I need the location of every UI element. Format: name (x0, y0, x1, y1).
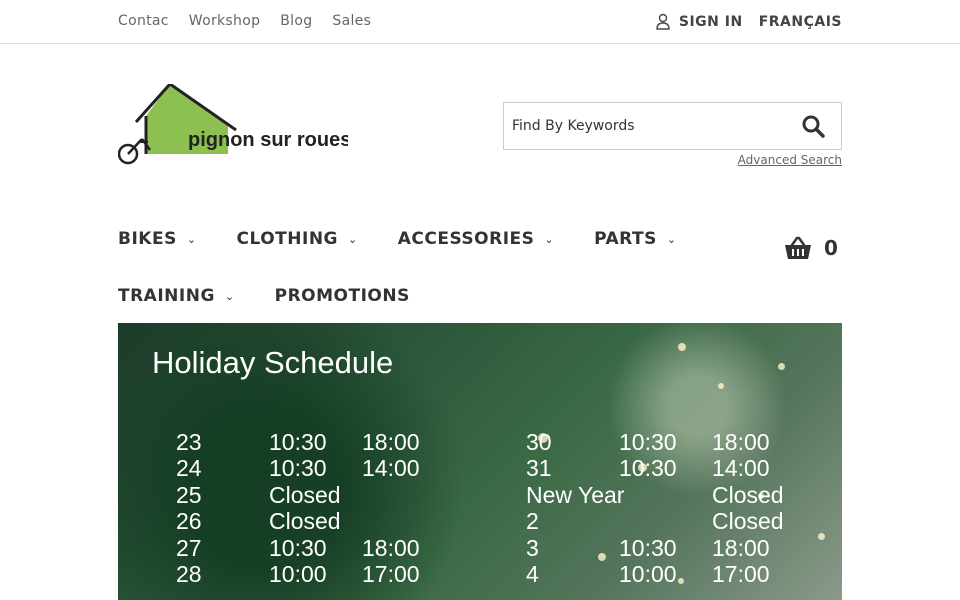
advanced-search-link[interactable]: Advanced Search (738, 153, 842, 167)
nav-item-bikes[interactable]: BIKES ⌄ (118, 229, 197, 249)
schedule-left: 23 10:30 18:00 24 10:30 14:00 25 Closed 26 Clo… (176, 429, 462, 587)
schedule-right: 30 10:30 18:00 31 10:30 14:00 New Year Closed… (526, 429, 812, 587)
nav-label: PARTS (594, 229, 657, 249)
cart-button[interactable]: 0 (784, 236, 838, 260)
schedule-row: 2 Closed (526, 508, 784, 535)
banner-title: Holiday Schedule (152, 345, 394, 380)
nav-label: BIKES (118, 229, 177, 249)
chevron-down-icon: ⌄ (186, 232, 197, 246)
chevron-down-icon: ⌄ (544, 232, 555, 246)
schedule-row: 25 Closed (176, 481, 341, 508)
schedule-row: 28 10:00 17:00 (176, 560, 420, 587)
schedule-row: 27 10:30 18:00 (176, 534, 420, 561)
nav-row-2: TRAINING ⌄ PROMOTIONS (118, 286, 450, 306)
search-button[interactable] (785, 103, 841, 149)
schedule-row: 4 10:00 17:00 (526, 560, 770, 587)
nav-item-parts[interactable]: PARTS ⌄ (594, 229, 676, 249)
cart-count: 0 (824, 236, 838, 260)
schedule-row: 24 10:30 14:00 (176, 455, 420, 482)
chevron-down-icon: ⌄ (224, 289, 235, 303)
nav-label: CLOTHING (236, 229, 339, 249)
sign-in-link[interactable]: SIGN IN (655, 13, 743, 30)
search-box (503, 102, 842, 150)
account-area: SIGN IN FRANÇAIS (655, 13, 842, 30)
schedule-row: 26 Closed (176, 508, 341, 535)
main-nav: BIKES ⌄ CLOTHING ⌄ ACCESSORIES ⌄ PARTS ⌄… (0, 194, 960, 324)
holiday-banner[interactable]: Holiday Schedule 23 10:30 18:00 24 10:30 14:… (118, 323, 842, 600)
nav-label: TRAINING (118, 286, 215, 306)
schedule-row: 23 10:30 18:00 (176, 429, 420, 455)
chevron-down-icon: ⌄ (348, 232, 358, 246)
user-icon (656, 13, 670, 30)
top-links: Contac Workshop Blog Sales (118, 13, 371, 29)
basket-icon (785, 236, 811, 259)
logo-graphic: pignon sur roues (117, 82, 351, 165)
nav-item-training[interactable]: TRAINING ⌄ (118, 286, 235, 306)
header: pignon sur roues Advanced Search (0, 44, 960, 194)
top-link-sales[interactable]: Sales (332, 13, 371, 29)
logo-text: pignon sur roues (188, 129, 348, 151)
search-icon (802, 115, 825, 138)
nav-row-1: BIKES ⌄ CLOTHING ⌄ ACCESSORIES ⌄ PARTS ⌄ (118, 229, 717, 249)
top-link-workshop[interactable]: Workshop (189, 13, 260, 29)
top-link-blog[interactable]: Blog (280, 13, 312, 29)
site-logo[interactable]: pignon sur roues (117, 82, 351, 169)
language-switch[interactable]: FRANÇAIS (759, 14, 842, 30)
sign-in-label: SIGN IN (678, 13, 743, 30)
nav-label: PROMOTIONS (274, 286, 410, 306)
search-input[interactable] (504, 103, 785, 149)
top-bar: Contac Workshop Blog Sales SIGN IN FRANÇ… (0, 0, 960, 44)
nav-item-clothing[interactable]: CLOTHING ⌄ (237, 229, 358, 249)
schedule-row: 31 10:30 14:00 (526, 455, 770, 482)
schedule-row: 30 10:30 18:00 (526, 429, 770, 455)
nav-item-promotions[interactable]: PROMOTIONS (275, 286, 410, 306)
top-link-contact[interactable]: Contac (118, 13, 169, 29)
nav-item-accessories[interactable]: ACCESSORIES ⌄ (398, 229, 554, 249)
schedule-row: 3 10:30 18:00 (526, 534, 770, 561)
nav-label: ACCESSORIES (397, 229, 535, 249)
chevron-down-icon: ⌄ (666, 232, 677, 246)
schedule-row: New Year Closed (526, 481, 784, 508)
